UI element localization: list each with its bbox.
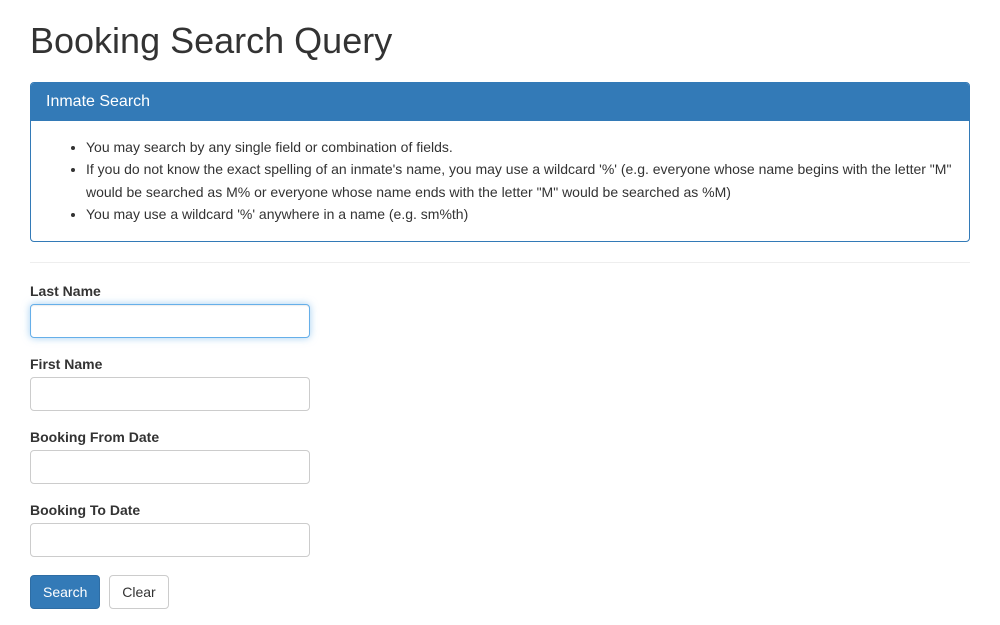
search-button[interactable]: Search (30, 575, 100, 609)
booking-to-group: Booking To Date (30, 502, 970, 557)
instructions-panel: Inmate Search You may search by any sing… (30, 82, 970, 242)
last-name-input[interactable] (30, 304, 310, 338)
instruction-item: You may search by any single field or co… (86, 136, 954, 158)
booking-to-label: Booking To Date (30, 502, 970, 518)
clear-button[interactable]: Clear (109, 575, 168, 609)
panel-heading: Inmate Search (31, 83, 969, 121)
first-name-label: First Name (30, 356, 970, 372)
instructions-list: You may search by any single field or co… (46, 136, 954, 226)
booking-from-label: Booking From Date (30, 429, 970, 445)
divider (30, 262, 970, 263)
last-name-label: Last Name (30, 283, 970, 299)
last-name-group: Last Name (30, 283, 970, 338)
first-name-group: First Name (30, 356, 970, 411)
instruction-item: You may use a wildcard '%' anywhere in a… (86, 203, 954, 225)
booking-from-input[interactable] (30, 450, 310, 484)
button-row: Search Clear (30, 575, 970, 609)
instruction-item: If you do not know the exact spelling of… (86, 158, 954, 203)
booking-from-group: Booking From Date (30, 429, 970, 484)
booking-to-input[interactable] (30, 523, 310, 557)
panel-body: You may search by any single field or co… (31, 121, 969, 241)
first-name-input[interactable] (30, 377, 310, 411)
page-title: Booking Search Query (30, 20, 970, 62)
